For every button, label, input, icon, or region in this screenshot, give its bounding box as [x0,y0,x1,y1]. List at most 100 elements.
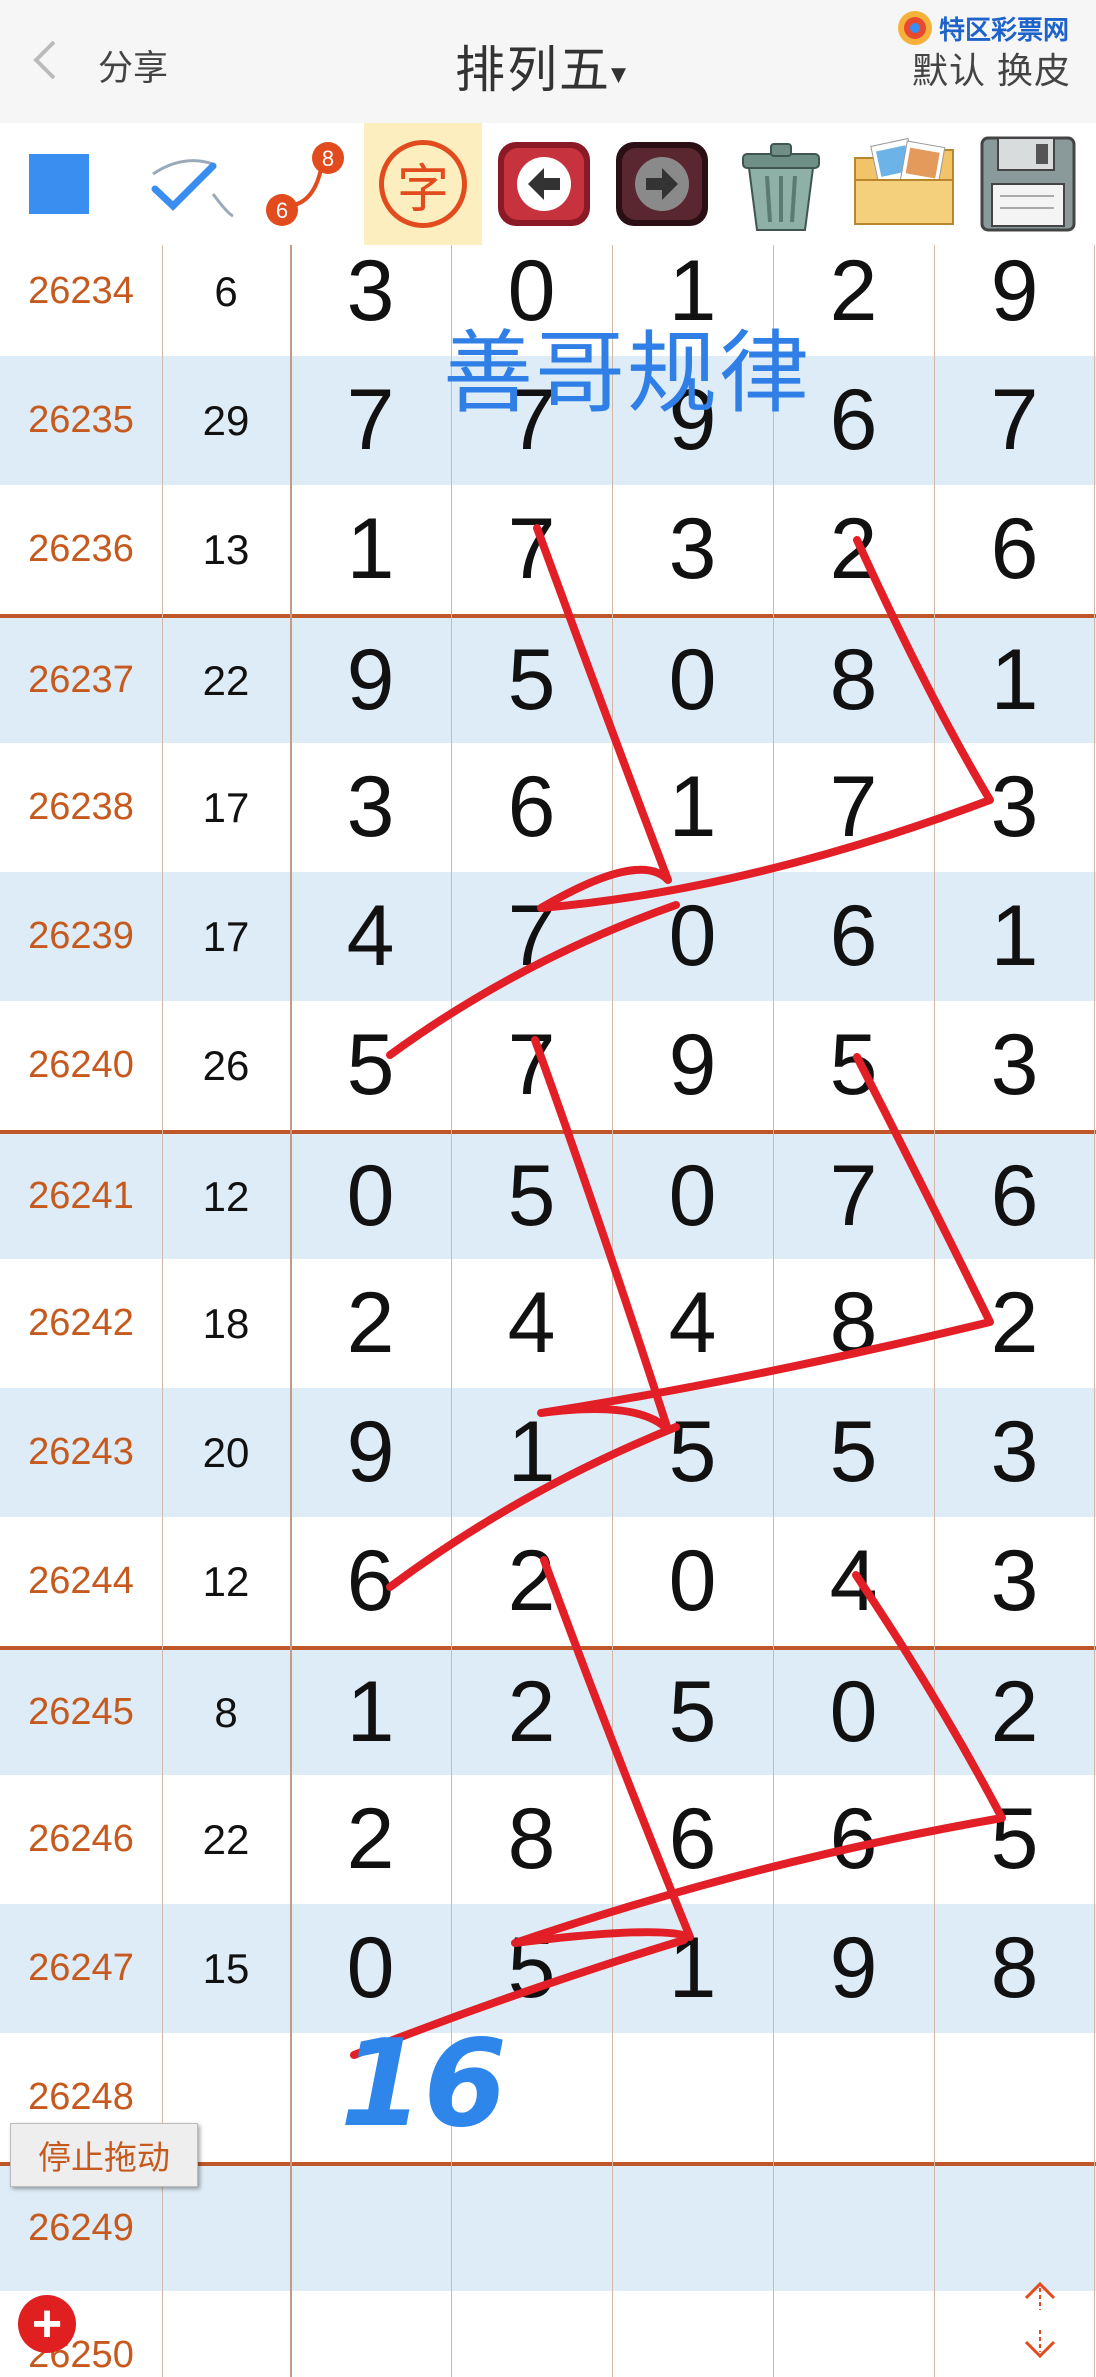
column-divider [773,245,774,2377]
draw-digit-1: 0 [346,1148,395,1244]
text-tool-button[interactable]: 字 [364,123,482,245]
draw-digit-3: 5 [668,1664,717,1760]
draw-digit-5: 6 [990,501,1039,597]
draw-digit-4: 0 [829,1664,878,1760]
draw-digit-5 [934,2166,1095,2291]
issue-number: 26247 [28,1947,134,1989]
draw-digit-2: 1 [507,1404,556,1500]
draw-digit-1: 9 [346,632,395,728]
dropdown-caret-icon: ▾ [611,57,629,91]
digit-sum: 26 [202,1041,250,1089]
draw-digit-3: 0 [668,888,717,984]
table-row: 26242 18 2 4 4 8 2 [0,1259,1096,1388]
table-row: 26243 20 9 1 5 5 3 [0,1388,1096,1517]
draw-digit-3: 6 [668,1791,717,1887]
handwritten-prediction: 16 [340,2015,507,2154]
scroll-up-down-icon[interactable] [1020,2280,1060,2360]
digit-sum: 12 [202,1557,250,1605]
redo-arrow-icon [616,142,708,226]
draw-digit-4: 4 [829,1533,878,1629]
pen-check-icon [151,159,234,218]
undo-button[interactable] [490,123,598,245]
draw-digit-4: 5 [829,1404,878,1500]
drawing-toolbar: 6 8 字 [0,123,1096,245]
draw-digit-3: 0 [668,632,717,728]
draw-digit-2 [451,2291,612,2377]
draw-digit-3: 1 [668,759,717,855]
draw-digit-2 [451,2166,612,2291]
table-row: 26247 15 0 5 1 9 8 [0,1904,1096,2033]
connect-line-button[interactable]: 6 8 [255,123,355,245]
change-skin-button[interactable]: 默认 换皮 [912,42,1071,94]
digit-sum: 22 [202,656,250,704]
draw-digit-3: 0 [668,1148,717,1244]
draw-digit-3: 5 [668,1404,717,1500]
table-row: 26237 22 9 5 0 8 1 [0,614,1096,743]
draw-digit-1: 2 [346,1791,395,1887]
table-row: 26244 12 6 2 0 4 3 [0,1517,1096,1646]
save-disk-icon [980,136,1076,232]
digit-sum: 8 [214,1688,238,1736]
draw-digit-1: 7 [346,372,395,468]
table-row: 26250 [0,2291,1096,2377]
draw-digit-1: 3 [346,759,395,855]
draw-digit-1: 5 [346,1017,395,1113]
issue-number: 26244 [28,1560,134,1602]
redo-button[interactable] [608,123,716,245]
draw-digit-1: 3 [346,245,395,339]
draw-digit-3: 0 [668,1533,717,1629]
issue-number: 26234 [28,270,134,312]
issue-number: 26240 [28,1044,134,1086]
draw-digit-2: 2 [507,1533,556,1629]
draw-digit-2: 8 [507,1791,556,1887]
color-square-icon [29,154,89,214]
column-divider [290,245,292,2377]
table-row: 26239 17 4 7 0 6 1 [0,872,1096,1001]
image-button[interactable] [846,123,964,245]
draw-digit-3 [612,2166,773,2291]
draw-digit-5: 3 [990,1017,1039,1113]
issue-number: 26236 [28,528,134,570]
share-button[interactable]: 分享 [98,40,168,91]
table-row: 26245 8 1 2 5 0 2 [0,1646,1096,1775]
issue-number: 26246 [28,1818,134,1860]
clear-button[interactable] [722,123,840,245]
table-row: 26241 12 0 5 0 7 6 [0,1130,1096,1259]
table-row: 26246 22 2 8 6 6 5 [0,1775,1096,1904]
draw-digit-5: 8 [990,1920,1039,2016]
draw-digit-5: 5 [990,1791,1039,1887]
draw-digit-5: 1 [990,632,1039,728]
draw-digit-4 [773,2033,934,2162]
draw-digit-4: 5 [829,1017,878,1113]
issue-number: 26245 [28,1691,134,1733]
draw-digit-4: 7 [829,1148,878,1244]
draw-digit-2: 7 [507,1017,556,1113]
draw-digit-3: 3 [668,501,717,597]
pen-tool-button[interactable] [138,123,248,245]
draw-digit-1: 0 [346,1920,395,2016]
lottery-type-selector[interactable]: 排列五▾ [455,30,628,102]
draw-digit-1: 4 [346,888,395,984]
save-button[interactable] [968,123,1088,245]
page-title: 排列五 [455,42,611,98]
draw-digit-2: 2 [507,1664,556,1760]
color-picker-button[interactable] [14,123,104,245]
column-divider [612,245,613,2377]
digit-sum: 13 [202,525,250,573]
draw-digit-2: 7 [507,501,556,597]
table-row: 26240 26 5 7 9 5 3 [0,1001,1096,1130]
back-chevron-icon[interactable] [30,38,58,82]
digit-sum: 6 [214,267,238,315]
stop-drag-button[interactable]: 停止拖动 [10,2123,198,2187]
draw-digit-1: 6 [346,1533,395,1629]
add-button[interactable]: + [18,2295,76,2353]
draw-digit-4: 7 [829,759,878,855]
digit-sum: 18 [202,1299,250,1347]
draw-digit-4: 8 [829,1275,878,1371]
digit-sum: 15 [202,1944,250,1992]
draw-digit-2: 5 [507,1148,556,1244]
issue-number: 26239 [28,915,134,957]
svg-text:8: 8 [322,146,334,171]
draw-digit-4 [773,2166,934,2291]
table-row: 26236 13 1 7 3 2 6 [0,485,1096,614]
